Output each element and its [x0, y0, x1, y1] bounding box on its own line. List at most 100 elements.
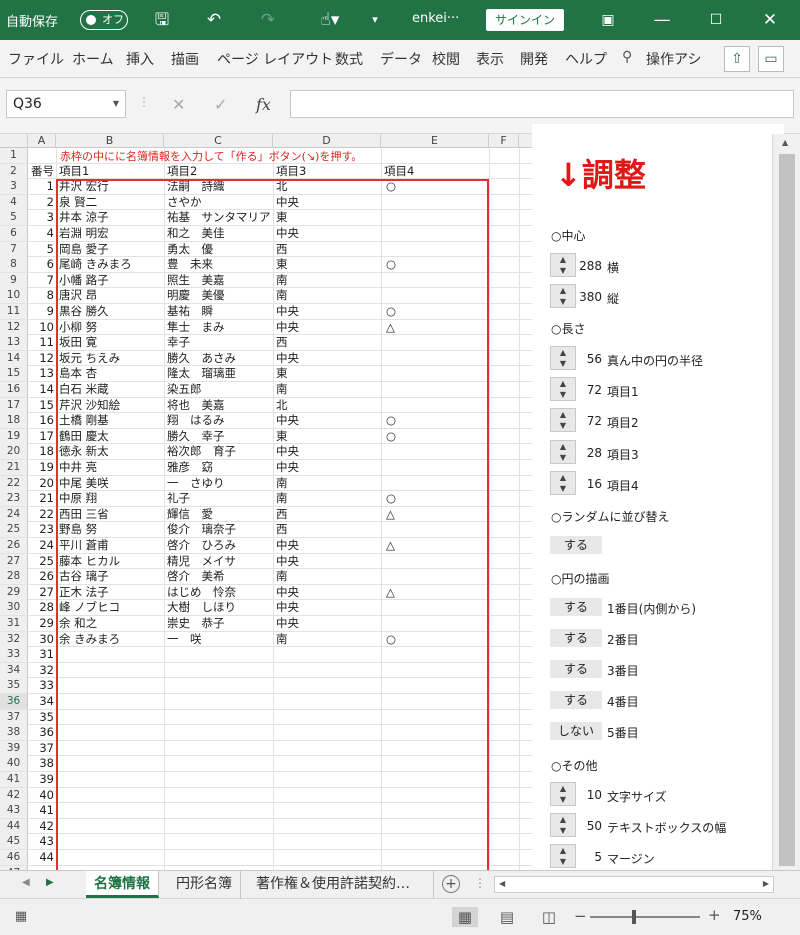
row-header[interactable]: 38 — [0, 725, 28, 741]
row-header[interactable]: 29 — [0, 584, 28, 600]
tab-next-icon[interactable]: ▶ — [46, 877, 54, 888]
menu-draw[interactable]: 描画 — [171, 49, 199, 69]
row-header[interactable]: 2 — [0, 163, 28, 179]
row-header[interactable]: 13 — [0, 335, 28, 351]
row-header[interactable]: 26 — [0, 538, 28, 553]
select-all-corner[interactable] — [0, 134, 28, 148]
table-cell[interactable]: 20 — [30, 476, 54, 491]
table-cell[interactable]: 13 — [30, 366, 54, 381]
table-cell[interactable]: 27 — [30, 585, 54, 600]
row-header[interactable]: 6 — [0, 226, 28, 241]
tab-circle-list[interactable]: 円形名簿 — [168, 871, 241, 898]
table-cell[interactable]: 28 — [30, 600, 54, 615]
table-cell[interactable]: 14 — [30, 382, 54, 397]
table-cell[interactable]: 44 — [30, 850, 54, 865]
page-break-view-icon[interactable]: ◫ — [538, 907, 560, 927]
ribbon-display-icon[interactable]: ▣ — [596, 8, 620, 32]
table-cell[interactable]: 35 — [30, 710, 54, 725]
customize-icon[interactable]: ▾ — [368, 8, 382, 32]
margin-spinner[interactable]: ▲ ▼ — [550, 844, 576, 868]
table-row[interactable]: 2 番号 項目1 項目2 項目3 項目4 — [0, 163, 532, 180]
row-header[interactable]: 41 — [0, 772, 28, 787]
row-header[interactable]: 31 — [0, 616, 28, 631]
header-cell[interactable]: 番号 — [30, 164, 54, 179]
item2-spinner[interactable]: ▲ ▼ — [550, 408, 576, 432]
zoom-slider-thumb[interactable] — [632, 910, 636, 924]
row-header[interactable]: 8 — [0, 257, 28, 273]
menu-help[interactable]: ヘルプ — [565, 49, 607, 69]
table-cell[interactable]: 42 — [30, 819, 54, 834]
table-cell[interactable]: 25 — [30, 554, 54, 569]
search-icon[interactable]: ⚲ — [622, 49, 632, 65]
menu-formulas[interactable]: 数式 — [335, 49, 363, 69]
menu-data[interactable]: データ — [380, 49, 422, 69]
row-header[interactable]: 17 — [0, 397, 28, 413]
header-cell[interactable]: 項目3 — [276, 164, 380, 179]
table-cell[interactable]: 17 — [30, 429, 54, 444]
table-cell[interactable]: 36 — [30, 725, 54, 740]
table-cell[interactable]: 19 — [30, 460, 54, 475]
horizontal-scrollbar[interactable]: ◀ ▶ — [494, 876, 774, 893]
draw-4-button[interactable]: する — [550, 691, 602, 709]
table-cell[interactable]: 4 — [30, 226, 54, 241]
row-header[interactable]: 43 — [0, 803, 28, 819]
column-header-d[interactable]: D — [273, 134, 381, 148]
table-cell[interactable]: 15 — [30, 398, 54, 413]
table-cell[interactable]: 23 — [30, 522, 54, 537]
zoom-level[interactable]: 75% — [733, 909, 762, 924]
scroll-up-icon[interactable]: ▲ — [782, 138, 788, 147]
row-header[interactable]: 34 — [0, 662, 28, 678]
tab-name-list[interactable]: 名簿情報 — [86, 871, 159, 898]
zoom-out-icon[interactable]: − — [574, 907, 587, 925]
table-cell[interactable]: 5 — [30, 242, 54, 257]
signin-button[interactable]: サインイン — [486, 9, 564, 31]
row-header[interactable]: 28 — [0, 569, 28, 585]
row-header[interactable]: 40 — [0, 756, 28, 772]
touch-mode-icon[interactable]: ☝▾ — [312, 8, 348, 32]
cancel-icon[interactable]: ✕ — [172, 95, 185, 114]
row-header[interactable]: 36 — [0, 694, 28, 709]
table-cell[interactable]: 7 — [30, 273, 54, 288]
shuffle-button[interactable]: する — [550, 536, 602, 554]
row-header[interactable]: 10 — [0, 288, 28, 304]
table-cell[interactable]: 11 — [30, 335, 54, 350]
header-cell[interactable]: 項目4 — [384, 164, 488, 179]
macro-record-icon[interactable]: ▦ — [10, 907, 32, 927]
insert-function-icon[interactable]: fx — [256, 95, 271, 114]
textbox-spinner[interactable]: ▲ ▼ — [550, 813, 576, 837]
redo-icon[interactable]: ↷ — [256, 8, 280, 32]
fontsize-spinner[interactable]: ▲ ▼ — [550, 782, 576, 806]
table-cell[interactable]: 39 — [30, 772, 54, 787]
tab-split-icon[interactable]: ⋮ — [474, 876, 486, 890]
vert-spinner[interactable]: ▲ ▼ — [550, 284, 576, 308]
table-cell[interactable]: 41 — [30, 803, 54, 818]
item4-spinner[interactable]: ▲ ▼ — [550, 471, 576, 495]
menu-page-layout[interactable]: ページ レイアウト — [217, 49, 333, 69]
table-cell[interactable]: 22 — [30, 507, 54, 522]
row-header[interactable]: 14 — [0, 350, 28, 366]
row-header[interactable]: 7 — [0, 241, 28, 257]
row-header[interactable]: 42 — [0, 787, 28, 803]
row-header[interactable]: 11 — [0, 304, 28, 319]
tab-license[interactable]: 著作権＆使用許諾契約… — [248, 871, 434, 898]
maximize-icon[interactable]: ☐ — [704, 8, 728, 32]
table-cell[interactable]: 2 — [30, 195, 54, 210]
table-cell[interactable]: 32 — [30, 663, 54, 678]
draw-5-button[interactable]: しない — [550, 722, 602, 740]
formula-input[interactable] — [290, 90, 794, 118]
row-header[interactable]: 9 — [0, 272, 28, 288]
header-cell[interactable]: 項目1 — [59, 164, 163, 179]
row-header[interactable]: 25 — [0, 522, 28, 538]
row-header[interactable]: 16 — [0, 382, 28, 397]
row-header[interactable]: 20 — [0, 444, 28, 460]
row-header[interactable]: 22 — [0, 475, 28, 491]
table-cell[interactable]: 1 — [30, 179, 54, 194]
row-header[interactable]: 5 — [0, 210, 28, 226]
tab-prev-icon[interactable]: ◀ — [22, 877, 30, 888]
table-cell[interactable]: 33 — [30, 678, 54, 693]
row-header[interactable]: 19 — [0, 428, 28, 444]
draw-3-button[interactable]: する — [550, 660, 602, 678]
tell-me-search[interactable]: 操作アシ — [646, 49, 706, 69]
table-cell[interactable]: 38 — [30, 756, 54, 771]
enter-icon[interactable]: ✓ — [214, 95, 227, 114]
